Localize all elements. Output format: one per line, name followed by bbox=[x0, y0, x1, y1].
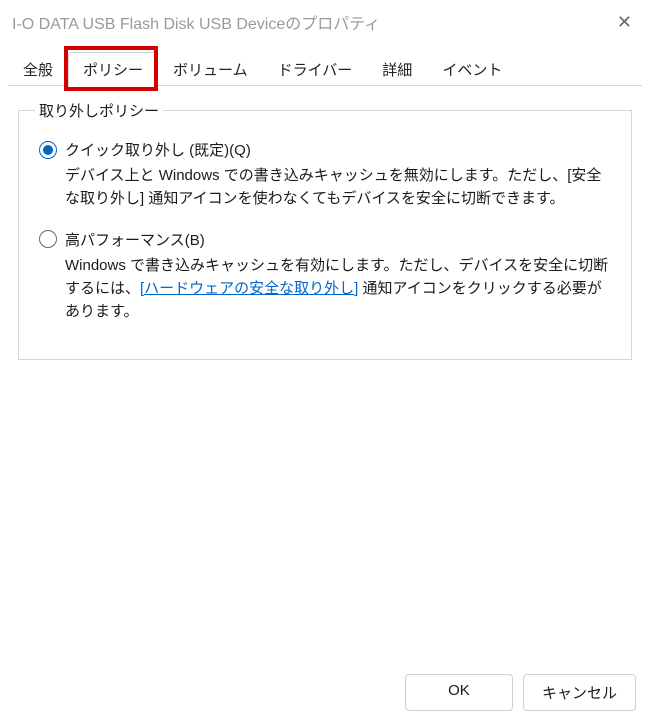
radio-better-performance[interactable] bbox=[39, 230, 57, 248]
safe-removal-link[interactable]: [ハードウェアの安全な取り外し] bbox=[140, 280, 358, 297]
tab-strip: 全般ポリシーボリュームドライバー詳細イベント bbox=[8, 52, 642, 86]
close-icon[interactable]: ✕ bbox=[611, 12, 638, 33]
option-desc-better-performance: Windows で書き込みキャッシュを有効にします。ただし、デバイスを安全に切断… bbox=[65, 254, 615, 324]
option-better-performance: 高パフォーマンス(B) Windows で書き込みキャッシュを有効にします。ただし… bbox=[39, 229, 615, 324]
titlebar: I-O DATA USB Flash Disk USB Deviceのプロパティ… bbox=[0, 0, 650, 44]
tab-content-policy: 取り外しポリシー クイック取り外し (既定)(Q) デバイス上と Windows … bbox=[8, 100, 642, 360]
removal-policy-group: 取り外しポリシー クイック取り外し (既定)(Q) デバイス上と Windows … bbox=[18, 100, 632, 360]
tab-5[interactable]: イベント bbox=[427, 52, 517, 86]
option-label-better-performance[interactable]: 高パフォーマンス(B) bbox=[65, 229, 205, 250]
tab-3[interactable]: ドライバー bbox=[263, 52, 368, 86]
tab-0[interactable]: 全般 bbox=[8, 52, 68, 86]
option-desc-quick-removal: デバイス上と Windows での書き込みキャッシュを無効にします。ただし、[安… bbox=[65, 164, 615, 211]
option-label-quick-removal[interactable]: クイック取り外し (既定)(Q) bbox=[65, 139, 251, 160]
tab-4[interactable]: 詳細 bbox=[367, 52, 427, 86]
window-title: I-O DATA USB Flash Disk USB Deviceのプロパティ bbox=[12, 10, 611, 34]
tab-1[interactable]: ポリシー bbox=[68, 52, 158, 87]
radio-quick-removal[interactable] bbox=[39, 141, 57, 159]
option-desc-text: デバイス上と Windows での書き込みキャッシュを無効にします。ただし、[安… bbox=[65, 167, 601, 207]
ok-button[interactable]: OK bbox=[405, 674, 513, 711]
cancel-button[interactable]: キャンセル bbox=[523, 674, 636, 711]
dialog-button-row: OK キャンセル bbox=[405, 674, 636, 711]
removal-policy-legend: 取り外しポリシー bbox=[35, 100, 163, 121]
tab-2[interactable]: ボリューム bbox=[158, 52, 263, 86]
option-quick-removal: クイック取り外し (既定)(Q) デバイス上と Windows での書き込みキャッ… bbox=[39, 139, 615, 211]
